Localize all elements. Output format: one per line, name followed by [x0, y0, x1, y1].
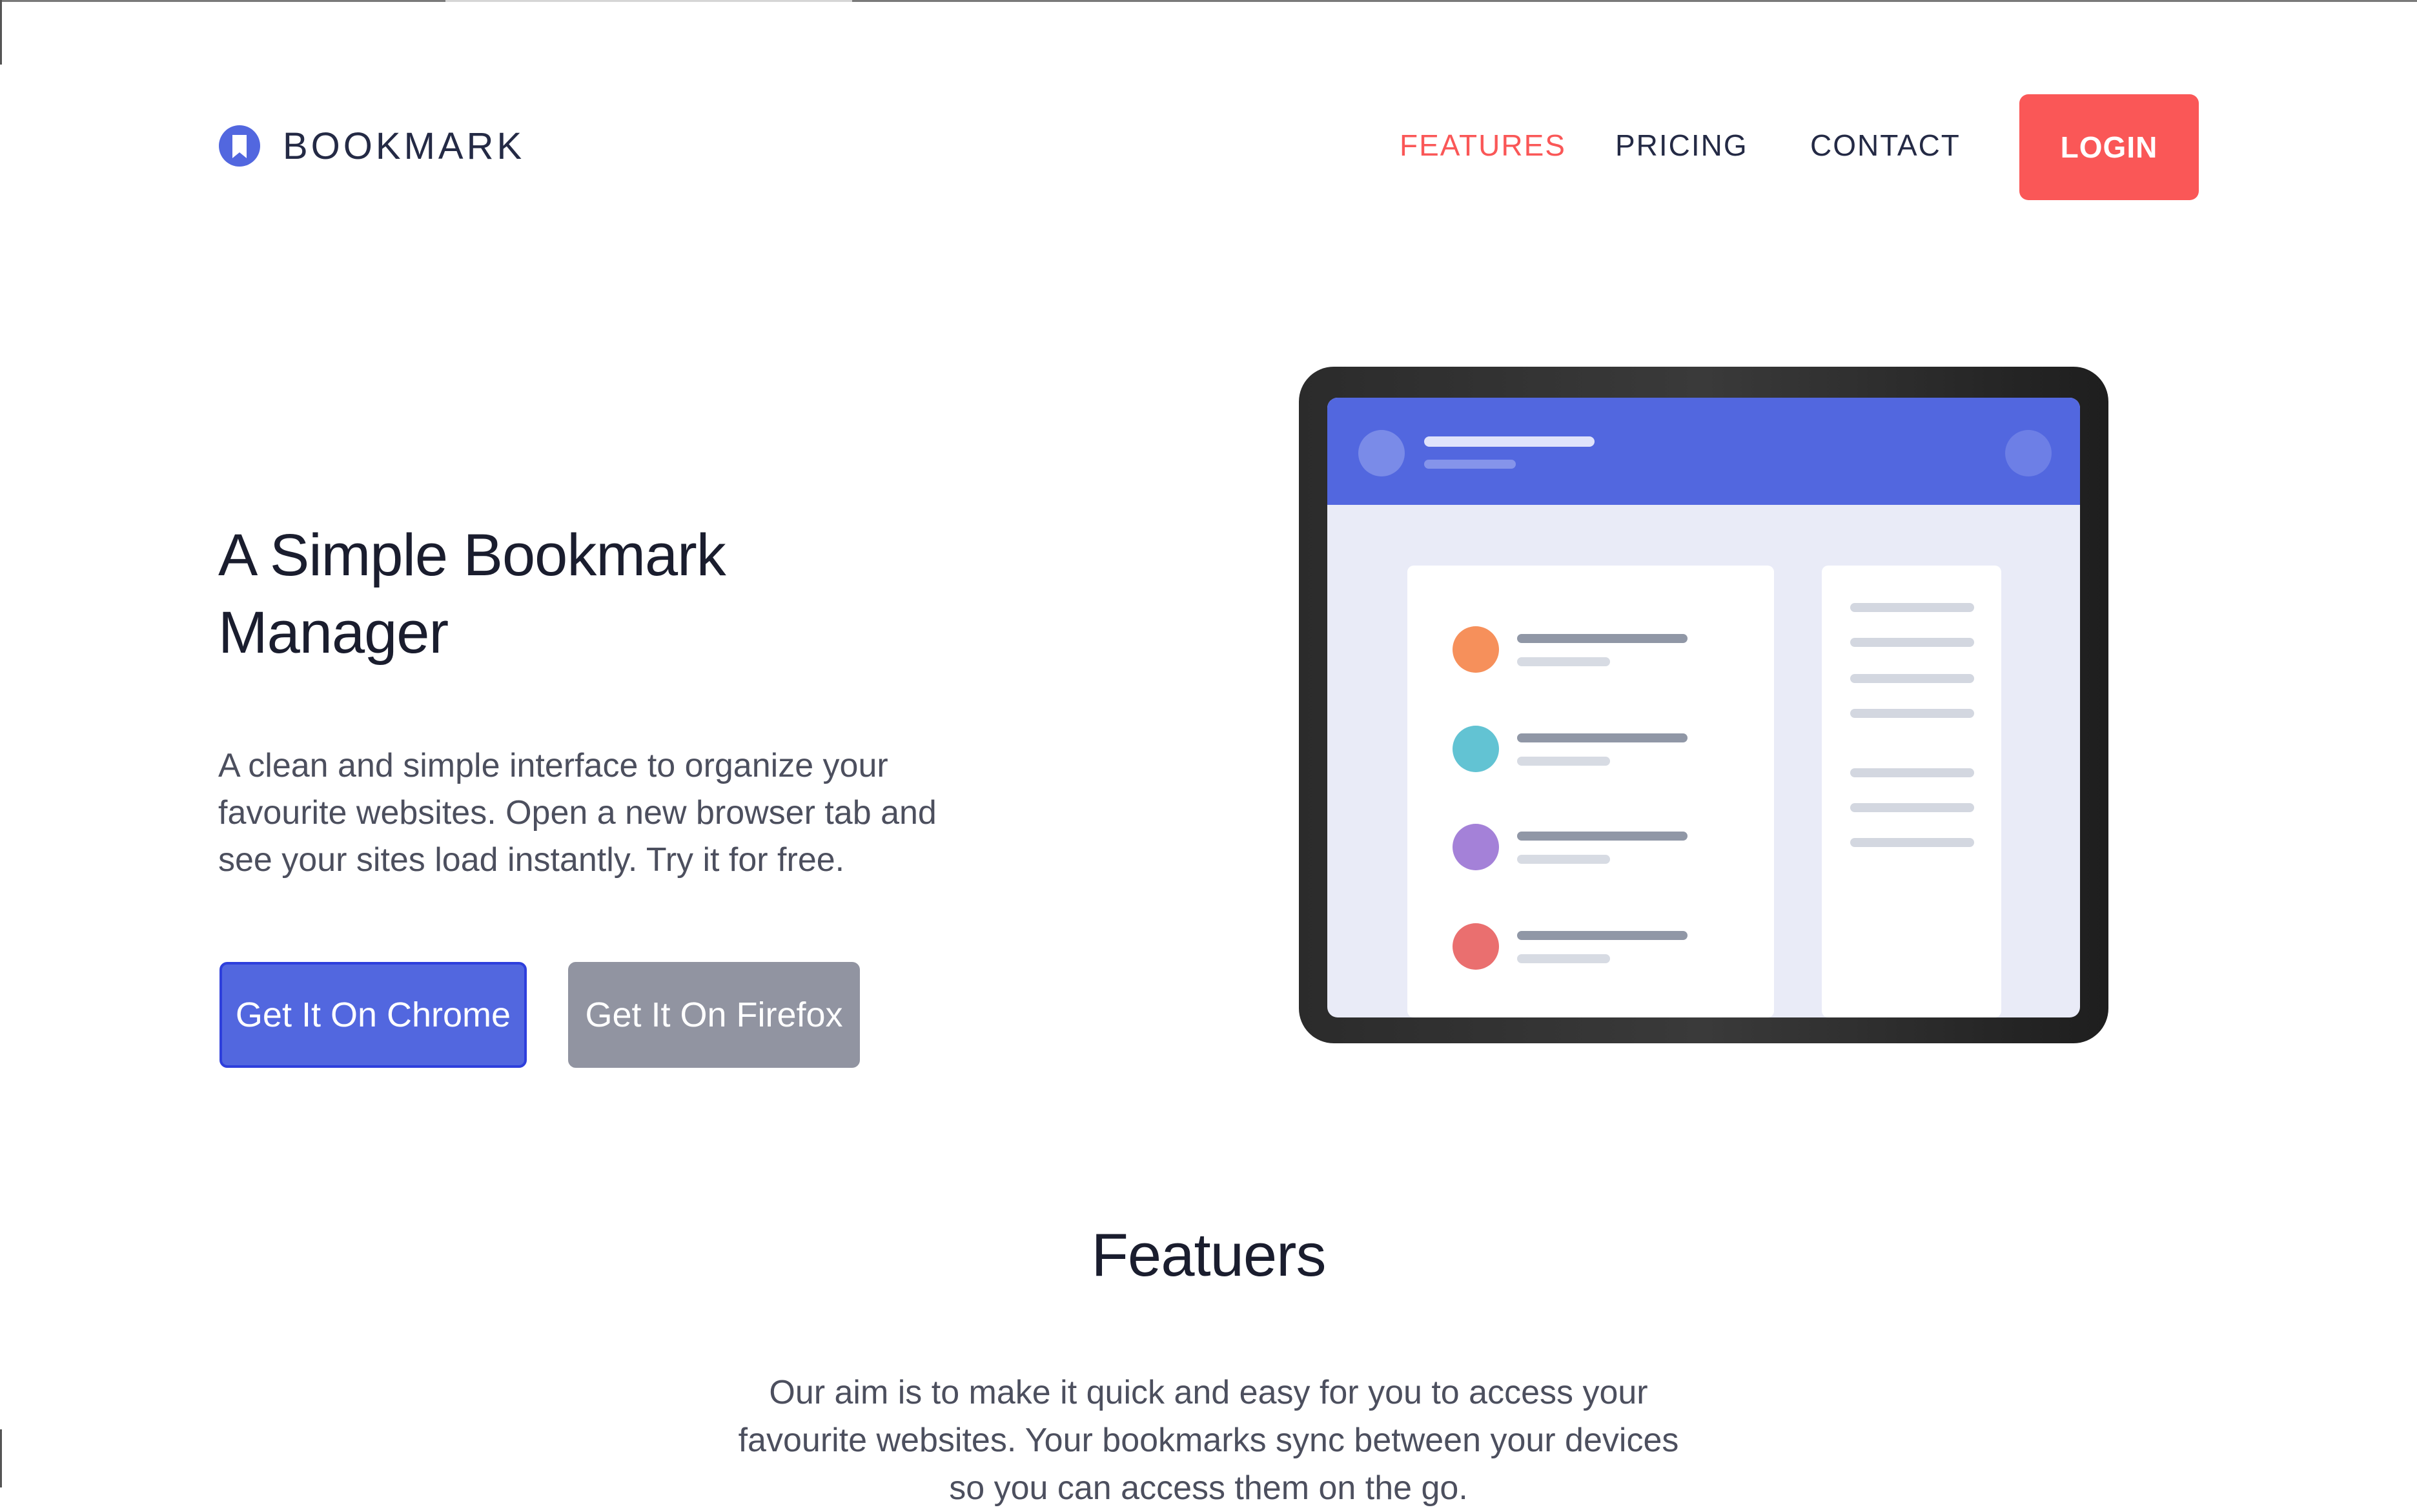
header-settings-dot	[2005, 430, 2052, 476]
list-dot	[1453, 923, 1499, 970]
brand-logo[interactable]: BOOKMARK	[218, 116, 525, 176]
top-border-highlight	[445, 0, 852, 2]
hero-title: A Simple Bookmark Manager	[218, 522, 726, 666]
nav-contact[interactable]: CONTACT	[1810, 128, 1961, 163]
list-dot	[1453, 824, 1499, 870]
list-dot	[1453, 626, 1499, 673]
login-button[interactable]: LOGIN	[2019, 94, 2199, 200]
brand-name: BOOKMARK	[283, 125, 525, 167]
list-dot	[1453, 726, 1499, 772]
get-chrome-button[interactable]: Get It On Chrome	[219, 962, 527, 1068]
tablet-illustration	[1299, 367, 2108, 1043]
left-edge-mark	[0, 0, 2, 65]
features-heading: Featuers	[1091, 1221, 1327, 1289]
nav-features[interactable]: FEATURES	[1400, 128, 1566, 163]
nav-pricing[interactable]: PRICING	[1615, 128, 1748, 163]
left-edge-mark-bottom	[0, 1429, 2, 1487]
header-avatar	[1358, 430, 1405, 476]
get-firefox-button[interactable]: Get It On Firefox	[568, 962, 860, 1068]
top-border	[0, 0, 2417, 2]
bookmark-side-panel	[1822, 566, 2001, 1017]
bookmark-icon	[219, 125, 260, 167]
hero-description: A clean and simple interface to organize…	[218, 747, 937, 879]
features-description: Our aim is to make it quick and easy for…	[738, 1374, 1679, 1507]
screen-header	[1327, 398, 2080, 505]
